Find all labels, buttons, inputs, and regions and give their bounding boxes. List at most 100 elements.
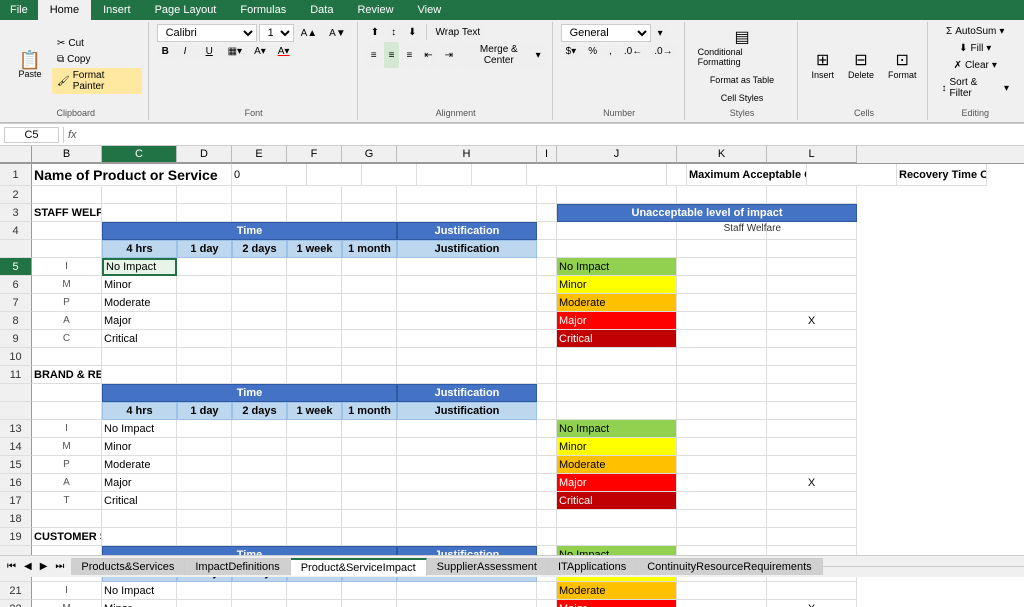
cell-B13[interactable]: I [32,420,102,438]
cell-B1[interactable]: Name of Product or Service [32,164,232,186]
cell-I4b[interactable] [537,240,557,258]
cell-reference-box[interactable] [4,127,59,143]
cell-I7[interactable] [537,294,557,312]
cell-F11[interactable] [287,366,342,384]
row-num-16[interactable]: 16 [0,474,32,492]
row-num-13[interactable]: 13 [0,420,32,438]
cell-H4[interactable]: Justification [397,222,537,240]
cell-H19[interactable] [397,528,537,546]
cell-J14[interactable]: Minor [557,438,677,456]
cell-H4b[interactable]: Justification [397,240,537,258]
cell-H7[interactable] [397,294,537,312]
cell-H14[interactable] [397,438,537,456]
formula-input[interactable] [81,129,1020,141]
cell-D4b[interactable]: 1 day [177,240,232,258]
formulas-tab[interactable]: Formulas [228,0,298,20]
cell-K7[interactable] [677,294,767,312]
decrease-indent-button[interactable]: ⇤ [419,42,437,68]
cell-G14[interactable] [342,438,397,456]
cell-B2[interactable] [32,186,102,204]
cell-E12b[interactable]: 2 days [232,402,287,420]
cell-C8[interactable]: Major [102,312,177,330]
cell-L4b[interactable] [767,240,857,258]
cell-D21[interactable] [177,582,232,600]
cell-J22[interactable]: Major [557,600,677,607]
cell-H2[interactable] [397,186,537,204]
cell-G12b[interactable]: 1 month [342,402,397,420]
cell-G17[interactable] [342,492,397,510]
cell-J18[interactable] [557,510,677,528]
format-button[interactable]: ⊡ Format [883,47,922,83]
cell-styles-button[interactable]: Cell Styles [716,90,769,106]
col-header-D[interactable]: D [177,146,232,163]
row-num-18[interactable]: 18 [0,510,32,528]
cell-D3[interactable] [177,204,232,222]
cell-B3[interactable]: STAFF WELFARE [32,204,102,222]
cell-J9[interactable]: Critical [557,330,677,348]
cell-K12[interactable] [677,384,767,402]
sort-filter-button[interactable]: ↕ Sort & Filter▾ [936,75,1014,101]
format-painter-button[interactable]: 🖌 Format Painter [52,68,142,94]
cell-G4b[interactable]: 1 month [342,240,397,258]
cell-F19[interactable] [287,528,342,546]
clear-button[interactable]: ✗ Clear▾ [949,58,1002,73]
cell-L1[interactable]: Recovery Time Objective [897,164,987,186]
cell-H21[interactable] [397,582,537,600]
cell-I1[interactable] [667,164,687,186]
cell-L18[interactable] [767,510,857,528]
row-num-19[interactable]: 19 [0,528,32,546]
align-top-button[interactable]: ⬆ [366,24,384,40]
cell-G3[interactable] [342,204,397,222]
cell-C13[interactable]: No Impact [102,420,177,438]
cell-G10[interactable] [342,348,397,366]
cell-E10[interactable] [232,348,287,366]
cell-I14[interactable] [537,438,557,456]
col-header-J[interactable]: J [557,146,677,163]
cell-E8[interactable] [232,312,287,330]
cell-H5[interactable] [397,258,537,276]
cell-C12b[interactable]: 4 hrs [102,402,177,420]
cell-K11[interactable] [677,366,767,384]
cell-F12b[interactable]: 1 week [287,402,342,420]
cell-K13[interactable] [677,420,767,438]
fill-color-button[interactable]: A▾ [249,44,271,59]
row-num-22[interactable]: 22 [0,600,32,607]
cell-H16[interactable] [397,474,537,492]
row-num-9[interactable]: 9 [0,330,32,348]
row-num-14[interactable]: 14 [0,438,32,456]
cell-J12[interactable] [557,384,677,402]
insert-tab[interactable]: Insert [91,0,143,20]
view-tab[interactable]: View [406,0,454,20]
align-middle-button[interactable]: ↕ [386,24,401,40]
cell-K21[interactable] [677,582,767,600]
cell-D7[interactable] [177,294,232,312]
cell-F5[interactable] [287,258,342,276]
autosum-button[interactable]: Σ AutoSum▾ [941,24,1009,39]
cell-E18[interactable] [232,510,287,528]
row-num-7[interactable]: 7 [0,294,32,312]
cell-K9[interactable] [677,330,767,348]
cell-I17[interactable] [537,492,557,510]
cell-H18[interactable] [397,510,537,528]
cell-L2[interactable] [767,186,857,204]
row-num-8[interactable]: 8 [0,312,32,330]
comma-button[interactable]: , [604,44,617,59]
cell-L12b[interactable] [767,402,857,420]
cell-F18[interactable] [287,510,342,528]
cell-J4b[interactable] [557,240,677,258]
cell-I2[interactable] [537,186,557,204]
cell-K2[interactable] [677,186,767,204]
cell-K8[interactable] [677,312,767,330]
row-num-5[interactable]: 5 [0,258,32,276]
cell-G11[interactable] [342,366,397,384]
cell-H9[interactable] [397,330,537,348]
cell-L9[interactable] [767,330,857,348]
row-num-17[interactable]: 17 [0,492,32,510]
cell-L12[interactable] [767,384,857,402]
insert-button[interactable]: ⊞ Insert [806,47,839,83]
cell-F17[interactable] [287,492,342,510]
cell-G19[interactable] [342,528,397,546]
cell-C1[interactable]: 0 [232,164,307,186]
cell-G21[interactable] [342,582,397,600]
cell-B4b[interactable] [32,240,102,258]
